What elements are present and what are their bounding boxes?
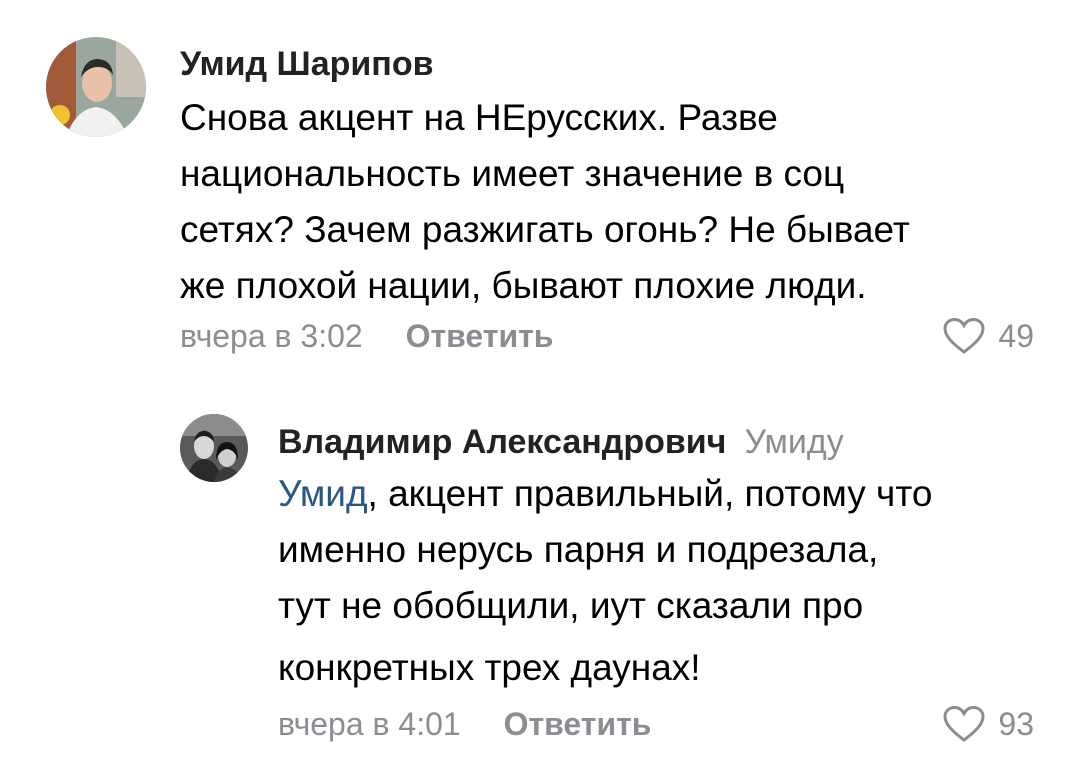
user-avatar-photo: [46, 37, 146, 137]
comment-text-line: сетях? Зачем разжигать огонь? Не бывает: [180, 209, 910, 250]
user-avatar-photo: [180, 414, 248, 482]
comment-time[interactable]: вчера в 3:02: [180, 318, 363, 354]
author-name[interactable]: Умид Шарипов: [180, 45, 434, 83]
like-button[interactable]: 49: [942, 316, 1034, 356]
comment-meta: вчера в 3:02 Ответить: [180, 316, 553, 356]
comment-text-line: тут не обобщили, иут сказали про: [278, 585, 864, 626]
heart-outline-icon: [943, 705, 985, 742]
comment-meta: вчера в 4:01 Ответить: [278, 704, 651, 744]
comment-text-line: же плохой нации, бывают плохие люди.: [180, 265, 867, 306]
comment-text: Снова акцент на НЕрусских. Разве национа…: [180, 90, 1060, 314]
reply-button[interactable]: Ответить: [504, 706, 652, 742]
reply-to-name[interactable]: Умиду: [744, 423, 843, 461]
reply-button[interactable]: Ответить: [406, 318, 554, 354]
comment-text: Умид, акцент правильный, потому что имен…: [278, 466, 1068, 696]
heart-outline-icon: [943, 317, 985, 354]
like-count: 93: [998, 705, 1034, 742]
avatar[interactable]: [180, 414, 248, 482]
comment-time[interactable]: вчера в 4:01: [278, 706, 461, 742]
comment-text-line: Снова акцент на НЕрусских. Разве: [180, 97, 778, 138]
comment-text-segment: , акцент правильный, потому что: [367, 473, 933, 514]
comment-text-line: национальность имеет значение в соц: [180, 153, 845, 194]
comment-text-line: Умид, акцент правильный, потому что: [278, 466, 1068, 522]
like-count: 49: [998, 317, 1034, 354]
comment-author[interactable]: Умид Шарипов: [180, 44, 434, 84]
mention-link[interactable]: Умид: [278, 473, 368, 514]
like-button[interactable]: 93: [942, 704, 1034, 744]
comment-text-line: конкретных трех даунах!: [278, 647, 701, 688]
author-name[interactable]: Владимир Александрович: [278, 423, 726, 461]
avatar[interactable]: [46, 37, 146, 137]
comment-text-line: именно нерусь парня и подрезала,: [278, 529, 879, 570]
comment-author: Владимир Александрович Умиду: [278, 422, 844, 462]
